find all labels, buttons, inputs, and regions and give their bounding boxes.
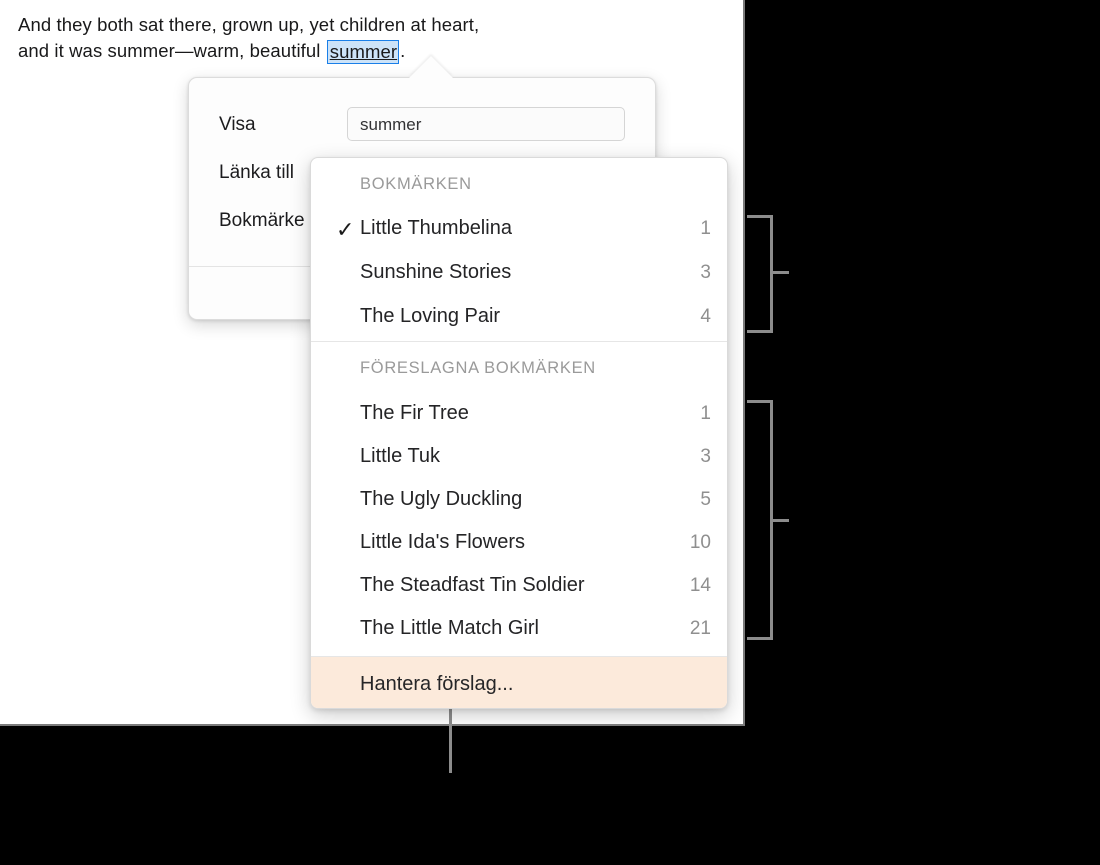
menu-section-divider: [311, 341, 727, 342]
callout-bracket-suggested-bookmarks: [747, 400, 773, 640]
popover-arrow-icon: [409, 56, 453, 78]
menu-item-label: The Little Match Girl: [360, 617, 539, 639]
menu-item-label: The Loving Pair: [360, 305, 501, 327]
menu-item-label: Little Tuk: [360, 445, 441, 467]
menu-item-the-little-match-girl[interactable]: The Little Match Girl 21: [311, 615, 727, 659]
menu-item-label: The Fir Tree: [360, 402, 469, 424]
menu-item-count: 14: [689, 575, 711, 596]
callout-bracket-bookmarks-stem: [773, 271, 789, 274]
menu-item-the-ugly-duckling[interactable]: The Ugly Duckling 5: [311, 486, 727, 530]
document-line-2-prefix: and it was summer—warm, beautiful: [18, 40, 326, 61]
menu-item-count: 5: [700, 489, 711, 510]
screenshot-root: And they both sat there, grown up, yet c…: [0, 0, 1100, 865]
manage-suggestions-label: Hantera förslag...: [360, 673, 514, 695]
document-body-text: And they both sat there, grown up, yet c…: [18, 12, 718, 64]
menu-item-little-tuk[interactable]: Little Tuk 3: [311, 443, 727, 487]
bookmark-dropdown-menu: BOKMÄRKEN ✓ Little Thumbelina 1 Sunshine…: [310, 157, 728, 709]
popover-label-link-to: Länka till: [219, 162, 294, 183]
popover-display-text-input[interactable]: summer: [347, 107, 625, 141]
document-page: And they both sat there, grown up, yet c…: [0, 0, 745, 726]
document-line-1: And they both sat there, grown up, yet c…: [18, 14, 480, 35]
menu-item-count: 1: [700, 403, 711, 424]
menu-item-label: Sunshine Stories: [360, 261, 512, 283]
menu-item-the-steadfast-tin-soldier[interactable]: The Steadfast Tin Soldier 14: [311, 572, 727, 616]
menu-item-label: Little Thumbelina: [360, 217, 512, 239]
document-line-2: and it was summer—warm, beautiful summer…: [18, 38, 718, 64]
callout-leader-line-manage-suggestions: [449, 703, 452, 773]
selected-link-summer[interactable]: summer: [326, 40, 400, 64]
menu-item-little-idas-flowers[interactable]: Little Ida's Flowers 10: [311, 529, 727, 573]
callout-bracket-suggested-bookmarks-stem: [773, 519, 789, 522]
menu-item-little-thumbelina[interactable]: ✓ Little Thumbelina 1: [311, 215, 727, 259]
menu-item-count: 10: [689, 532, 711, 553]
menu-section-header-suggested-bookmarks: FÖRESLAGNA BOKMÄRKEN: [360, 359, 596, 377]
menu-item-label: Little Ida's Flowers: [360, 531, 525, 553]
manage-suggestions-menu-item[interactable]: Hantera förslag...: [311, 657, 727, 708]
menu-item-count: 4: [700, 306, 711, 327]
popover-label-bookmark: Bokmärke: [219, 210, 305, 231]
popover-label-show: Visa: [219, 114, 256, 135]
menu-item-count: 21: [689, 618, 711, 639]
menu-item-sunshine-stories[interactable]: Sunshine Stories 3: [311, 259, 727, 303]
menu-item-label: The Ugly Duckling: [360, 488, 523, 510]
menu-item-count: 3: [700, 446, 711, 467]
callout-bracket-bookmarks: [747, 215, 773, 333]
checkmark-icon: ✓: [336, 217, 355, 242]
menu-item-label: The Steadfast Tin Soldier: [360, 574, 585, 596]
menu-item-count: 1: [700, 218, 711, 239]
menu-item-count: 3: [700, 262, 711, 283]
menu-item-the-fir-tree[interactable]: The Fir Tree 1: [311, 400, 727, 444]
selected-link-label: summer: [329, 41, 398, 62]
menu-section-header-bookmarks: BOKMÄRKEN: [360, 175, 472, 193]
document-line-2-suffix: .: [400, 40, 406, 61]
